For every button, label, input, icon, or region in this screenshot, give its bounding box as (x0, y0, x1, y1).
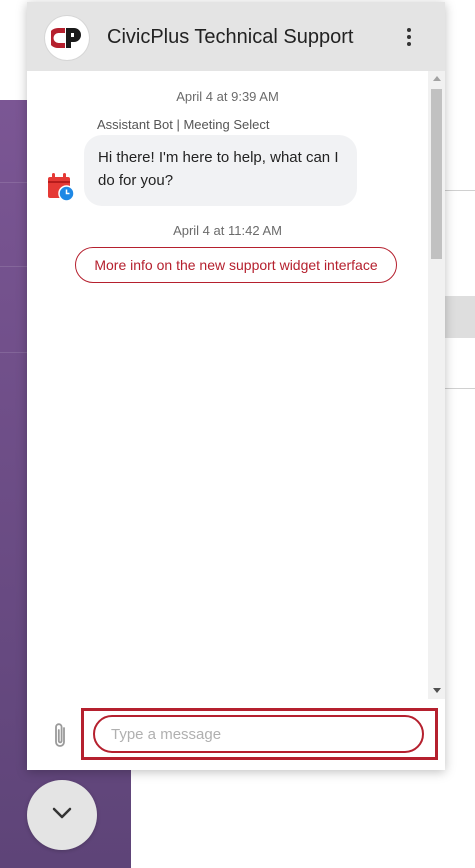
scroll-up-icon[interactable] (433, 76, 441, 81)
chevron-down-icon (51, 806, 73, 825)
background-divider (444, 190, 475, 191)
chat-header: CivicPlus Technical Support (27, 2, 445, 71)
vertical-dots-icon[interactable] (399, 24, 419, 50)
message-timestamp: April 4 at 9:39 AM (176, 89, 279, 104)
collapse-chat-button[interactable] (27, 780, 97, 850)
bot-name: Assistant Bot | Meeting Select (97, 117, 270, 132)
message-scrollbar[interactable] (428, 71, 445, 699)
background-divider (444, 388, 475, 389)
scroll-down-icon[interactable] (433, 688, 441, 693)
message-composer (27, 699, 445, 770)
civicplus-logo-icon (45, 16, 89, 60)
bot-message-bubble: Hi there! I'm here to help, what can I d… (84, 135, 357, 206)
chat-title: CivicPlus Technical Support (107, 26, 354, 48)
scroll-thumb[interactable] (431, 89, 442, 259)
chat-widget: CivicPlus Technical Support April 4 at 9… (27, 2, 445, 770)
message-timestamp: April 4 at 11:42 AM (173, 223, 282, 238)
message-list: April 4 at 9:39 AM Assistant Bot | Meeti… (27, 71, 428, 699)
paperclip-icon[interactable] (51, 721, 71, 751)
quick-reply-button[interactable]: More info on the new support widget inte… (75, 247, 397, 283)
message-input[interactable] (93, 715, 424, 753)
message-input-focus-frame (81, 708, 438, 760)
calendar-clock-icon (47, 172, 75, 202)
background-panel (444, 296, 475, 338)
